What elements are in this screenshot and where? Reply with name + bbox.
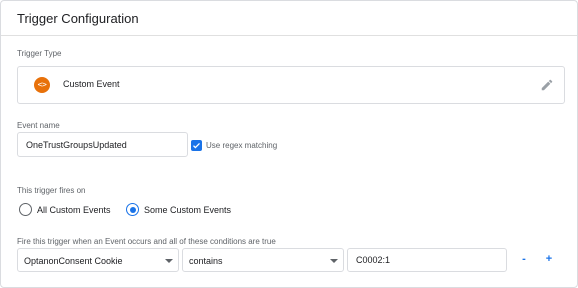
fires-on-label: This trigger fires on (17, 186, 86, 195)
chevron-down-icon (165, 259, 173, 263)
event-name-label: Event name (17, 121, 60, 130)
checkmark-icon (193, 142, 200, 149)
remove-condition-button[interactable]: - (517, 252, 531, 266)
all-custom-events-radio[interactable] (19, 203, 32, 216)
panel-header: Trigger Configuration (1, 1, 577, 36)
condition-value-input[interactable] (347, 248, 507, 272)
panel-title: Trigger Configuration (17, 11, 139, 26)
trigger-type-name: Custom Event (63, 79, 120, 89)
some-custom-events-radio[interactable] (126, 203, 139, 216)
regex-checkbox[interactable] (191, 140, 202, 151)
trigger-type-label: Trigger Type (17, 49, 62, 58)
condition-operator-value: contains (189, 256, 223, 266)
conditions-label: Fire this trigger when an Event occurs a… (17, 237, 276, 246)
all-custom-events-label[interactable]: All Custom Events (37, 205, 111, 215)
trigger-configuration-panel: Trigger Configuration Trigger Type <> Cu… (0, 0, 578, 288)
trigger-type-card[interactable]: <> Custom Event (17, 66, 565, 104)
some-custom-events-label[interactable]: Some Custom Events (144, 205, 231, 215)
chevron-down-icon (330, 259, 338, 263)
condition-variable-select[interactable]: OptanonConsent Cookie (17, 248, 179, 272)
condition-variable-value: OptanonConsent Cookie (24, 256, 123, 266)
pencil-icon[interactable] (540, 78, 554, 92)
regex-checkbox-label: Use regex matching (206, 141, 278, 150)
custom-event-icon: <> (34, 77, 50, 93)
event-name-input[interactable] (17, 132, 188, 157)
condition-operator-select[interactable]: contains (182, 248, 344, 272)
add-condition-button[interactable]: + (542, 252, 556, 266)
